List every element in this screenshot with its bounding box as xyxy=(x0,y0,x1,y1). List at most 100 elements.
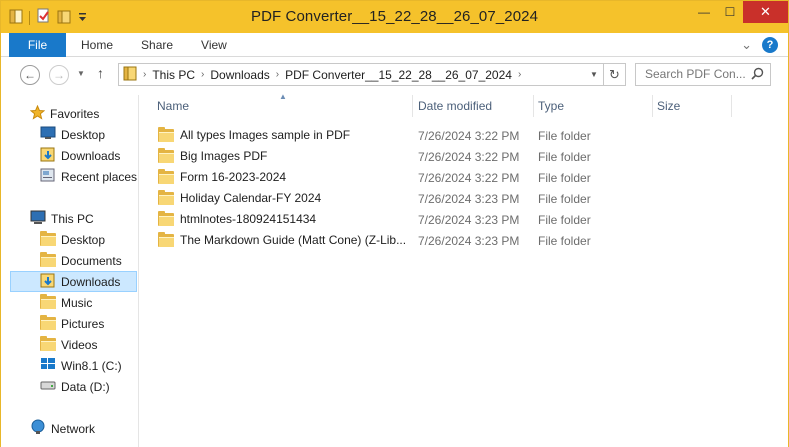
window-title: PDF Converter__15_22_28__26_07_2024 xyxy=(250,8,539,25)
column-name-label: Name xyxy=(157,99,190,113)
nav-pc-desktop-label: Desktop xyxy=(61,232,106,247)
file-name: All types Images sample in PDF xyxy=(180,128,351,142)
nav-fav-downloads-label: Downloads xyxy=(61,148,121,163)
recent-places-icon xyxy=(40,167,56,186)
tab-home[interactable]: Home xyxy=(67,33,127,57)
computer-icon xyxy=(30,210,46,228)
nav-pc-downloads-label: Downloads xyxy=(61,274,121,289)
file-date: 7/26/2024 3:23 PM xyxy=(418,213,520,227)
column-header-name[interactable]: ▲ Name xyxy=(140,92,412,117)
nav-pc-documents-label: Documents xyxy=(61,253,122,268)
file-row[interactable]: Big Images PDF 7/26/2024 3:22 PM File fo… xyxy=(140,146,740,167)
nav-fav-desktop[interactable]: Desktop xyxy=(40,124,105,145)
file-type: File folder xyxy=(538,192,591,206)
column-header-size[interactable]: Size xyxy=(653,95,731,117)
file-name: The Markdown Guide (Matt Cone) (Z-Lib... xyxy=(180,233,407,247)
downloads-folder-icon xyxy=(40,272,56,291)
chevron-right-icon[interactable]: › xyxy=(518,69,521,80)
file-row[interactable]: htmlnotes-180924151434 7/26/2024 3:23 PM… xyxy=(140,209,740,230)
nav-pc-pictures[interactable]: Pictures xyxy=(40,313,104,334)
chevron-right-icon[interactable]: › xyxy=(143,69,146,80)
expand-ribbon-icon[interactable]: ⌄ xyxy=(741,37,752,53)
column-divider[interactable] xyxy=(731,95,732,117)
breadcrumb-current-folder[interactable]: PDF Converter__15_22_28__26_07_2024 xyxy=(285,68,512,82)
file-date: 7/26/2024 3:23 PM xyxy=(418,192,520,206)
videos-folder-icon xyxy=(40,336,56,351)
downloads-folder-icon xyxy=(40,146,56,165)
search-input[interactable]: Search PDF Con... xyxy=(635,63,771,86)
desktop-icon xyxy=(40,126,56,143)
breadcrumb: › This PC › Downloads › PDF Converter__1… xyxy=(119,66,585,84)
nav-favorites[interactable]: Favorites xyxy=(29,103,99,124)
file-type: File folder xyxy=(538,150,591,164)
nav-this-pc[interactable]: This PC xyxy=(30,208,94,229)
file-type: File folder xyxy=(538,129,591,143)
minimize-button[interactable]: — xyxy=(691,1,717,23)
nav-pc-videos-label: Videos xyxy=(61,337,98,352)
folder-icon xyxy=(40,231,56,246)
file-type: File folder xyxy=(538,234,591,248)
pictures-folder-icon xyxy=(40,315,56,330)
file-date: 7/26/2024 3:22 PM xyxy=(418,171,520,185)
file-name: Big Images PDF xyxy=(180,149,268,163)
drive-icon xyxy=(40,379,56,394)
chevron-right-icon[interactable]: › xyxy=(201,69,204,80)
nav-fav-desktop-label: Desktop xyxy=(61,127,106,142)
windows-drive-icon xyxy=(40,357,56,374)
tab-file[interactable]: File xyxy=(9,33,66,57)
nav-network[interactable]: Network xyxy=(30,418,95,439)
nav-fav-downloads[interactable]: Downloads xyxy=(40,145,120,166)
file-name: Form 16-2023-2024 xyxy=(180,170,287,184)
help-icon[interactable]: ? xyxy=(762,37,778,53)
up-button[interactable]: ↑ xyxy=(97,65,104,81)
breadcrumb-downloads[interactable]: Downloads xyxy=(210,68,269,82)
column-date-label: Date modified xyxy=(418,99,493,113)
file-row[interactable]: Holiday Calendar-FY 2024 7/26/2024 3:23 … xyxy=(140,188,740,209)
network-icon xyxy=(30,419,46,438)
chevron-right-icon[interactable]: › xyxy=(276,69,279,80)
folder-icon xyxy=(123,66,137,84)
column-header-date[interactable]: Date modified xyxy=(413,95,533,117)
file-date: 7/26/2024 3:22 PM xyxy=(418,129,520,143)
breadcrumb-this-pc[interactable]: This PC xyxy=(152,68,195,82)
nav-fav-recent[interactable]: Recent places xyxy=(40,166,137,187)
nav-pc-desktop[interactable]: Desktop xyxy=(40,229,105,250)
back-button[interactable]: ← xyxy=(20,65,40,85)
nav-pc-drive-c-label: Win8.1 (C:) xyxy=(61,358,122,373)
nav-this-pc-label: This PC xyxy=(51,211,94,226)
nav-pc-music[interactable]: Music xyxy=(40,292,92,313)
search-icon[interactable] xyxy=(751,65,764,86)
recent-locations-chevron-icon[interactable]: ▼ xyxy=(77,69,85,78)
tab-share[interactable]: Share xyxy=(127,33,187,57)
window-controls: — ☐ ✕ xyxy=(691,1,788,23)
nav-pc-downloads[interactable]: Downloads xyxy=(10,271,137,292)
close-button[interactable]: ✕ xyxy=(743,1,788,23)
file-row[interactable]: All types Images sample in PDF 7/26/2024… xyxy=(140,125,740,146)
nav-pc-pictures-label: Pictures xyxy=(61,316,105,331)
column-header-type[interactable]: Type xyxy=(534,95,652,117)
folder-icon xyxy=(158,189,174,205)
file-type: File folder xyxy=(538,213,591,227)
maximize-button[interactable]: ☐ xyxy=(717,1,743,23)
nav-pc-drive-c[interactable]: Win8.1 (C:) xyxy=(40,355,122,376)
file-date: 7/26/2024 3:23 PM xyxy=(418,234,520,248)
explorer-window: PDF Converter__15_22_28__26_07_2024 — ☐ … xyxy=(0,0,789,447)
file-row[interactable]: Form 16-2023-2024 7/26/2024 3:22 PM File… xyxy=(140,167,740,188)
navigation-pane: Favorites Desktop Downloads Recent place… xyxy=(1,95,139,447)
folder-icon xyxy=(158,168,174,184)
address-row: ← → ▼ ↑ › This PC › Downloads › PDF Conv… xyxy=(1,57,788,95)
sort-ascending-icon: ▲ xyxy=(279,92,287,101)
file-row[interactable]: The Markdown Guide (Matt Cone) (Z-Lib...… xyxy=(140,230,740,251)
tab-view[interactable]: View xyxy=(187,33,241,57)
folder-icon xyxy=(158,231,174,247)
nav-pc-drive-d[interactable]: Data (D:) xyxy=(40,376,110,397)
nav-pc-documents[interactable]: Documents xyxy=(40,250,122,271)
title-bar: PDF Converter__15_22_28__26_07_2024 — ☐ … xyxy=(1,1,788,33)
forward-button[interactable]: → xyxy=(49,65,69,85)
ribbon-tabs: File Home Share View ⌄ ? xyxy=(1,33,788,57)
address-dropdown-icon[interactable]: ▼ xyxy=(585,70,603,79)
main-content: Favorites Desktop Downloads Recent place… xyxy=(1,92,788,447)
nav-pc-videos[interactable]: Videos xyxy=(40,334,97,355)
refresh-button[interactable]: ↻ xyxy=(603,64,625,85)
address-bar[interactable]: › This PC › Downloads › PDF Converter__1… xyxy=(118,63,626,86)
